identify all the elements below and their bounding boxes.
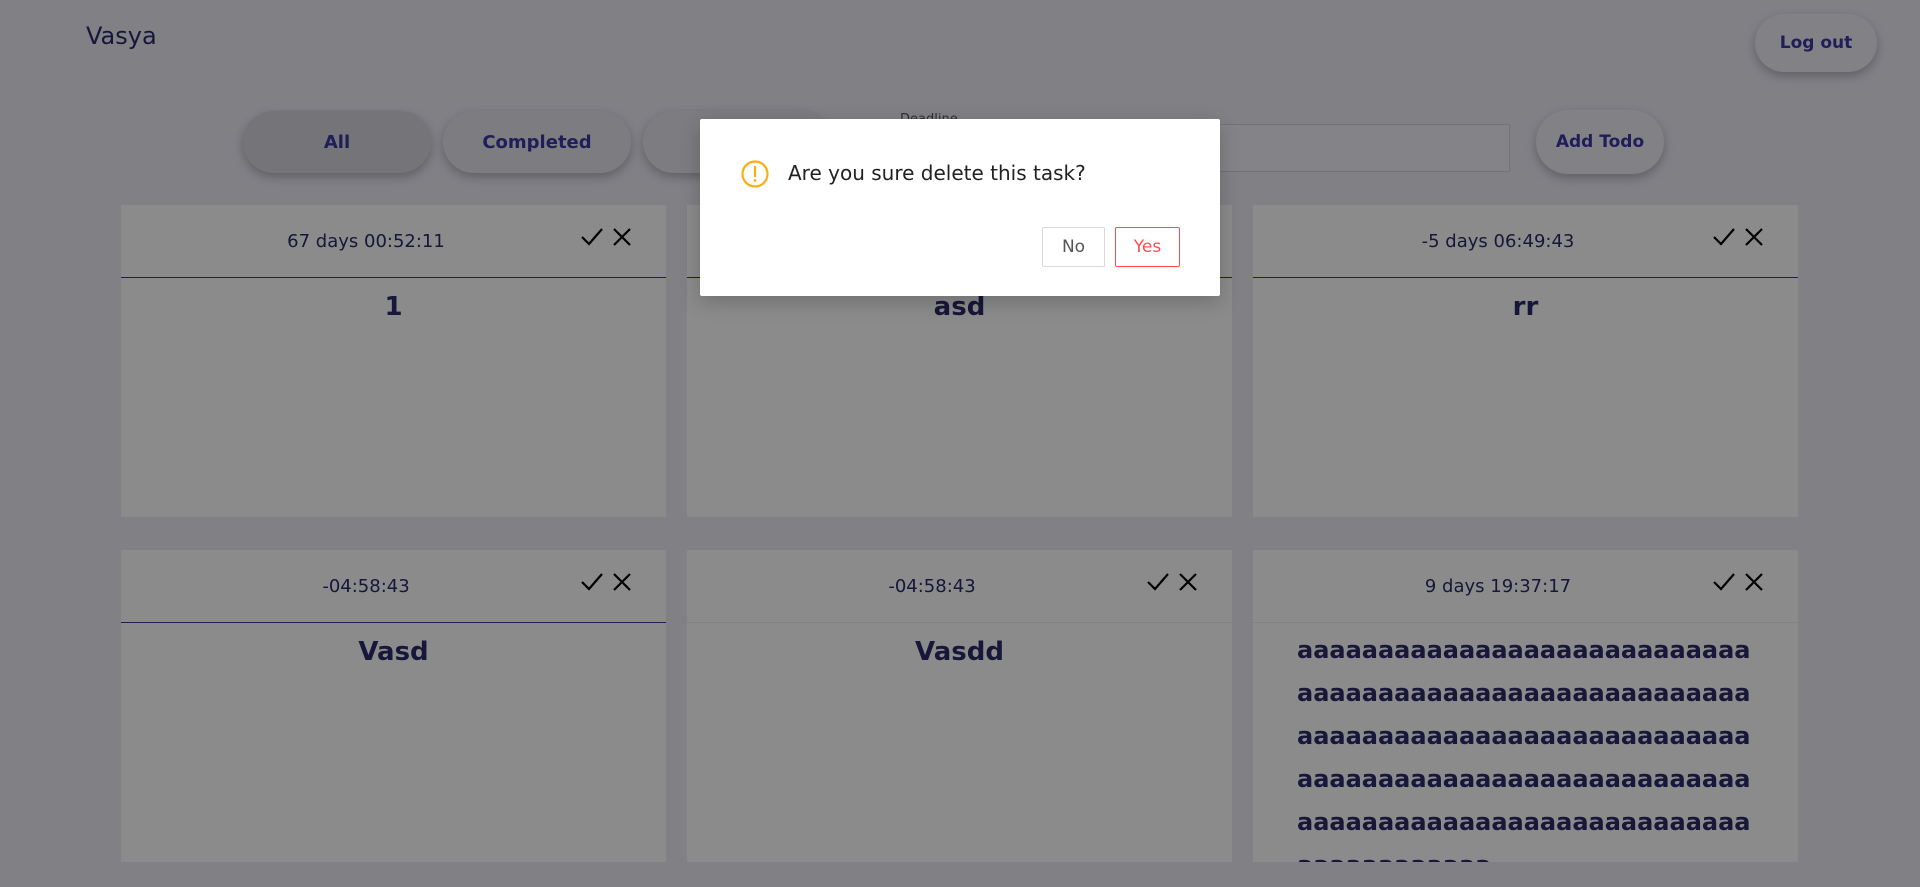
- modal-message: Are you sure delete this task?: [788, 161, 1086, 185]
- exclamation-circle-icon: [741, 160, 769, 188]
- confirm-delete-modal: Are you sure delete this task? No Yes: [700, 119, 1220, 296]
- no-button[interactable]: No: [1042, 227, 1105, 267]
- yes-button[interactable]: Yes: [1115, 227, 1180, 267]
